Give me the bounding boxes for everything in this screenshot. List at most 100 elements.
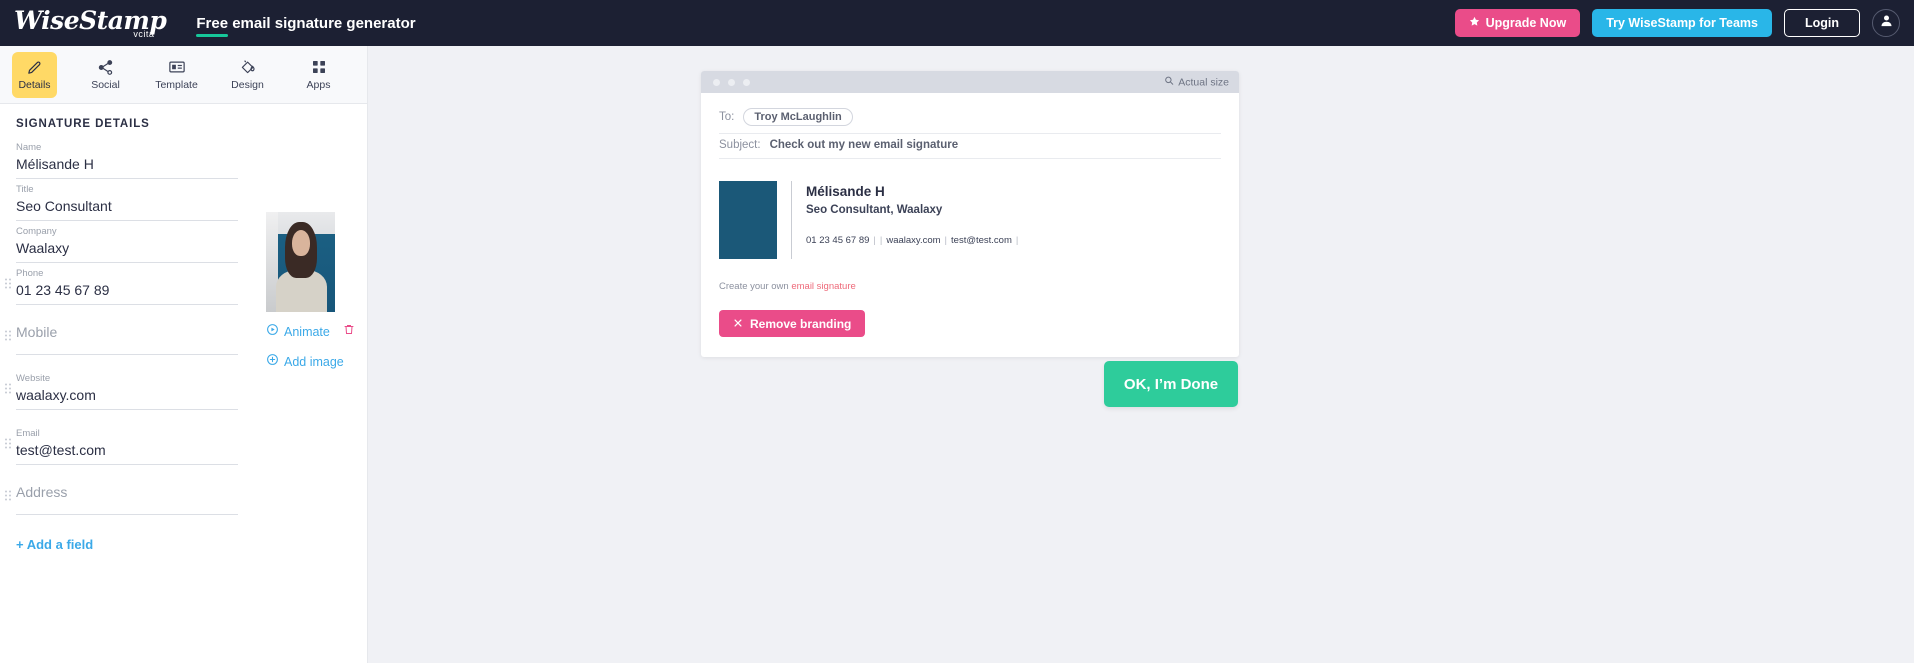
signature-title: Seo Consultant, Waalaxy [806,204,943,216]
grid-apps-icon [311,58,327,76]
field-email-value[interactable]: test@test.com [16,440,238,460]
star-icon [1469,16,1480,30]
field-title-value[interactable]: Seo Consultant [16,196,238,216]
field-name-value[interactable]: Mélisande H [16,154,238,174]
magnifier-icon [1164,76,1174,89]
to-label: To: [719,111,735,123]
field-company-label: Company [16,226,57,237]
separator: | [944,235,948,246]
window-dot-icon [728,78,735,86]
page-title-highlight: Free [196,14,229,32]
animate-label[interactable]: Animate [284,325,330,339]
signature-preview-area: Mélisande H Seo Consultant, Waalaxy 01 2… [701,159,1239,357]
signature-website[interactable]: waalaxy.com [886,235,940,246]
drag-handle-icon[interactable] [5,330,12,342]
upgrade-now-button[interactable]: Upgrade Now [1454,9,1581,37]
field-phone[interactable]: Phone 01 23 45 67 89 [5,263,238,305]
play-circle-icon[interactable] [266,323,279,341]
email-header-fields: To: Troy McLaughlin Subject: Check out m… [701,93,1239,159]
try-teams-button[interactable]: Try WiseStamp for Teams [1592,9,1772,37]
to-row: To: Troy McLaughlin [719,103,1221,134]
field-address[interactable]: Address [5,478,238,515]
field-title-label: Title [16,184,34,195]
tab-apps-label: Apps [306,79,331,91]
drag-handle-icon[interactable] [5,490,12,502]
tab-design[interactable]: Design [225,52,270,98]
field-email-label: Email [16,428,40,439]
paint-bucket-icon [239,58,257,76]
field-email[interactable]: Email test@test.com [5,423,238,465]
recipient-chip[interactable]: Troy McLaughlin [743,108,853,126]
subject-row: Subject: Check out my new email signatur… [719,134,1221,159]
separator: | [873,235,876,246]
left-sidebar: Details Social Template Design Apps SIGN… [0,46,368,663]
signature-phone: 01 23 45 67 89 [806,235,870,246]
photo-action-group: Animate Add image [266,323,358,371]
profile-photo-section: Animate Add image [266,212,358,383]
field-website-label: Website [16,373,51,384]
drag-handle-icon[interactable] [5,383,12,394]
close-x-icon [733,317,743,331]
upgrade-now-label: Upgrade Now [1485,16,1567,30]
plus-circle-icon[interactable] [266,353,279,371]
trash-icon[interactable] [343,323,355,341]
branding-prefix: Create your own [719,281,792,292]
template-card-icon [168,58,186,76]
remove-branding-label: Remove branding [750,316,852,331]
user-avatar-button[interactable] [1872,9,1900,37]
ok-im-done-button[interactable]: OK, I’m Done [1104,361,1238,407]
tab-template-label: Template [155,79,198,91]
actual-size-button[interactable]: Actual size [1164,76,1229,89]
field-address-placeholder: Address [16,484,68,500]
tab-details[interactable]: Details [12,51,57,98]
remove-branding-button[interactable]: Remove branding [719,310,866,337]
field-phone-label: Phone [16,268,44,279]
field-company[interactable]: Company Waalaxy [16,221,238,263]
preview-canvas: Actual size To: Troy McLaughlin Subject:… [368,46,1914,663]
field-website[interactable]: Website waalaxy.com [5,368,238,410]
panel-heading: SIGNATURE DETAILS [16,118,150,130]
window-dot-icon [713,78,720,86]
field-title[interactable]: Title Seo Consultant [16,179,238,221]
add-image-row: Add image [266,353,358,371]
drag-handle-icon[interactable] [5,438,12,449]
drag-handle-icon[interactable] [5,278,12,289]
page-title: Free email signature generator [196,15,415,32]
signature-name: Mélisande H [806,184,885,199]
signature-photo [719,181,777,259]
wisestamp-logo[interactable]: WiseStamp vcita [14,8,167,39]
tab-details-label: Details [18,79,51,91]
top-header-bar: WiseStamp vcita Free email signature gen… [0,0,1914,46]
actual-size-label: Actual size [1178,76,1229,88]
field-phone-value[interactable]: 01 23 45 67 89 [16,280,238,300]
logo-subbrand: vcita [133,28,155,39]
tab-apps[interactable]: Apps [296,52,341,98]
editor-tabbar: Details Social Template Design Apps [0,46,367,104]
subject-label: Subject: [719,139,761,151]
share-icon [97,58,114,76]
window-dot-icon [743,78,750,86]
subject-value[interactable]: Check out my new email signature [770,139,959,151]
add-image-label[interactable]: Add image [284,355,344,369]
branding-footer: Create your own email signature [719,281,1221,292]
signature-details-panel: SIGNATURE DETAILS Name Mélisande H Title… [0,104,367,554]
login-button[interactable]: Login [1783,9,1860,37]
field-name[interactable]: Name Mélisande H [16,137,238,179]
email-window-titlebar: Actual size [701,71,1239,93]
signature-email[interactable]: test@test.com [951,235,1012,246]
field-mobile[interactable]: Mobile [5,318,238,355]
add-a-field-link[interactable]: + Add a field [16,537,93,552]
signature-fields-list: Name Mélisande H Title Seo Consultant Co… [5,137,238,554]
tab-social-label: Social [91,79,120,91]
profile-photo-thumbnail[interactable] [266,212,335,312]
field-name-label: Name [16,142,42,153]
field-company-value[interactable]: Waalaxy [16,238,238,258]
separator: | [1015,235,1019,246]
animate-row: Animate [266,323,358,341]
field-mobile-placeholder: Mobile [16,324,58,340]
field-website-value[interactable]: waalaxy.com [16,385,238,405]
tab-template[interactable]: Template [154,52,199,98]
email-signature-link[interactable]: email signature [791,281,855,292]
tab-social[interactable]: Social [83,52,128,98]
signature-info: Mélisande H Seo Consultant, Waalaxy 01 2… [806,181,1018,246]
